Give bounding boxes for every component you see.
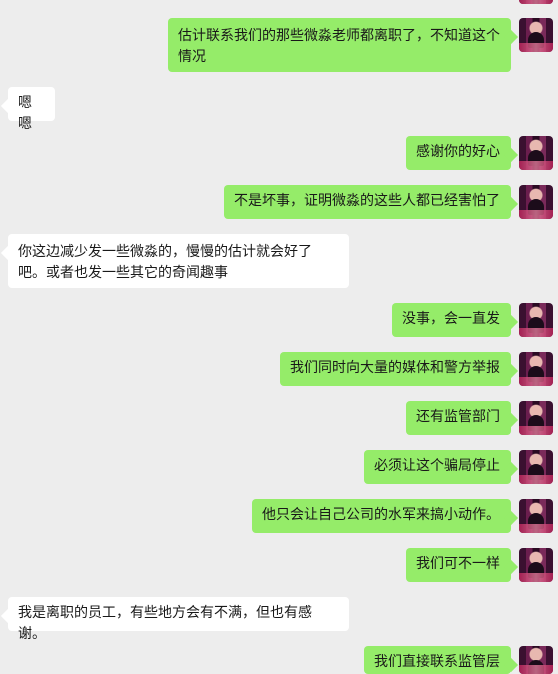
avatar[interactable] bbox=[519, 303, 553, 337]
message-bubble-outgoing[interactable]: 没事，会一直发 bbox=[392, 303, 511, 337]
message-text: 嗯嗯 bbox=[18, 95, 32, 132]
avatar[interactable] bbox=[519, 0, 553, 4]
message-bubble-outgoing[interactable]: 我们可不一样 bbox=[406, 548, 511, 582]
message-text: 他只会让自己公司的水军来搞小动作。 bbox=[262, 507, 500, 523]
message-bubble-incoming[interactable]: 嗯嗯 bbox=[8, 87, 55, 132]
avatar[interactable] bbox=[519, 450, 553, 484]
avatar[interactable] bbox=[519, 499, 553, 533]
avatar[interactable] bbox=[519, 401, 553, 435]
message-text: 估计联系我们的那些微淼老师都离职了，不知道这个情况 bbox=[178, 28, 500, 65]
message-text: 你这边减少发一些微淼的，慢慢的估计就会好了吧。或者也发一些其它的奇闻趣事 bbox=[18, 244, 312, 281]
message-bubble-outgoing[interactable]: 他只会让自己公司的水军来搞小动作。 bbox=[252, 499, 511, 533]
message-bubble-outgoing[interactable]: 感谢你的好心 bbox=[406, 136, 511, 170]
message-bubble-outgoing[interactable]: 我们直接联系监管层 bbox=[364, 646, 511, 674]
message-text: 我们同时向大量的媒体和警方举报 bbox=[290, 360, 500, 376]
message-bubble-outgoing[interactable]: 必须让这个骗局停止 bbox=[364, 450, 511, 484]
message-bubble-outgoing[interactable]: 不是坏事，证明微淼的这些人都已经害怕了 bbox=[224, 185, 511, 219]
message-text: 不是坏事，证明微淼的这些人都已经害怕了 bbox=[234, 193, 500, 209]
message-text: 感谢你的好心 bbox=[416, 144, 500, 160]
message-bubble-incoming[interactable]: 你这边减少发一些微淼的，慢慢的估计就会好了吧。或者也发一些其它的奇闻趣事 bbox=[8, 234, 349, 288]
avatar[interactable] bbox=[519, 646, 553, 674]
message-bubble-incoming[interactable]: 我是离职的员工，有些地方会有不满，但也有感谢。 bbox=[8, 597, 349, 642]
message-text: 我们可不一样 bbox=[416, 556, 500, 572]
message-bubble-outgoing[interactable]: 还有监管部门 bbox=[406, 401, 511, 435]
message-text: 我们直接联系监管层 bbox=[374, 654, 500, 670]
avatar[interactable] bbox=[519, 18, 553, 52]
avatar[interactable] bbox=[519, 352, 553, 386]
avatar[interactable] bbox=[519, 548, 553, 582]
avatar[interactable] bbox=[519, 185, 553, 219]
message-bubble-outgoing[interactable]: 我们同时向大量的媒体和警方举报 bbox=[280, 352, 511, 386]
message-text: 没事，会一直发 bbox=[402, 311, 500, 327]
chat-message-list[interactable]: 估计联系我们的那些微淼老师都离职了，不知道这个情况 嗯嗯 感谢你的好心 不是坏事… bbox=[0, 0, 558, 674]
message-text: 必须让这个骗局停止 bbox=[374, 458, 500, 474]
avatar[interactable] bbox=[519, 136, 553, 170]
message-text: 还有监管部门 bbox=[416, 409, 500, 425]
message-text: 我是离职的员工，有些地方会有不满，但也有感谢。 bbox=[18, 605, 312, 642]
message-bubble-outgoing[interactable]: 估计联系我们的那些微淼老师都离职了，不知道这个情况 bbox=[168, 18, 511, 72]
